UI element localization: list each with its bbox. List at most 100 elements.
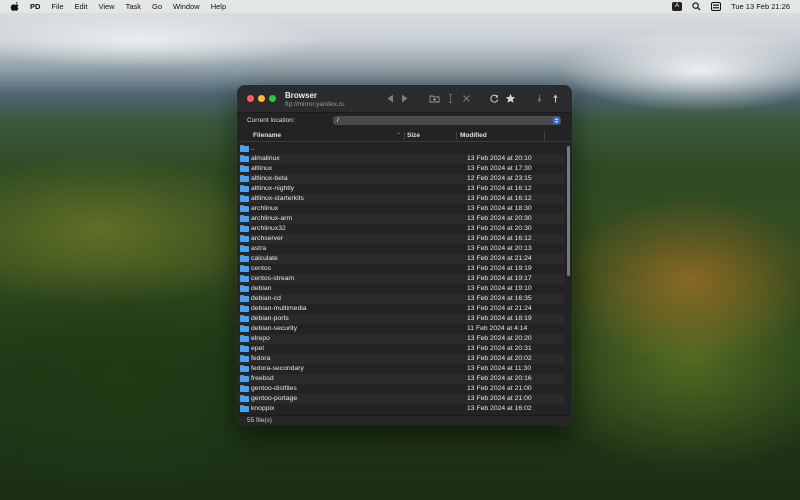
column-divider[interactable] [544, 132, 545, 140]
file-modified: 13 Feb 2024 at 21:24 [467, 305, 532, 312]
menubar-clock[interactable]: Tue 13 Feb 21:26 [731, 2, 790, 11]
location-dropdown[interactable]: / [333, 116, 561, 125]
apple-menu-icon[interactable] [10, 1, 20, 12]
forward-arrow-icon[interactable] [399, 93, 410, 104]
file-row[interactable]: altlinux-beta 12 Feb 2024 at 23:15 [238, 174, 564, 184]
folder-icon [240, 365, 249, 372]
menu-go[interactable]: Go [152, 2, 162, 11]
back-arrow-icon[interactable] [385, 93, 396, 104]
file-name: altlinux-nightly [251, 185, 295, 192]
file-row[interactable]: altlinux-starterkits 13 Feb 2024 at 16:12 [238, 194, 564, 204]
file-modified: 13 Feb 2024 at 18:30 [467, 205, 532, 212]
file-name: debian-ports [251, 315, 289, 322]
folder-icon [240, 235, 249, 242]
file-row[interactable]: debian-ports 13 Feb 2024 at 18:19 [238, 314, 564, 324]
menu-help[interactable]: Help [211, 2, 226, 11]
column-filename[interactable]: Filename [253, 132, 281, 139]
file-modified: 13 Feb 2024 at 11:30 [467, 365, 532, 372]
file-row[interactable]: debian-cd 13 Feb 2024 at 16:35 [238, 294, 564, 304]
file-row[interactable]: calculate 13 Feb 2024 at 21:24 [238, 254, 564, 264]
menu-task[interactable]: Task [126, 2, 141, 11]
file-modified: 13 Feb 2024 at 19:19 [467, 265, 532, 272]
dropdown-arrows-icon[interactable] [553, 117, 560, 124]
bookmark-star-icon[interactable] [505, 93, 516, 104]
menu-edit[interactable]: Edit [75, 2, 88, 11]
app-menu[interactable]: PD [30, 2, 40, 11]
folder-icon [240, 285, 249, 292]
input-source-indicator[interactable]: A [672, 2, 683, 11]
vertical-scrollbar[interactable] [566, 144, 571, 415]
file-name: fedora [251, 355, 271, 362]
folder-icon [240, 145, 249, 152]
delete-x-icon[interactable] [461, 93, 472, 104]
file-row[interactable]: elrepo 13 Feb 2024 at 20:20 [238, 334, 564, 344]
file-row[interactable]: epel 13 Feb 2024 at 20:31 [238, 344, 564, 354]
file-row[interactable]: .. [238, 144, 564, 154]
file-row[interactable]: archlinux32 13 Feb 2024 at 20:30 [238, 224, 564, 234]
column-modified[interactable]: Modified [460, 132, 487, 139]
file-modified: 13 Feb 2024 at 20:16 [467, 375, 532, 382]
file-name: elrepo [251, 335, 270, 342]
folder-icon [240, 245, 249, 252]
file-row[interactable]: archlinux 13 Feb 2024 at 18:30 [238, 204, 564, 214]
window-subtitle: ftp://mirror.yandex.ru [285, 101, 345, 108]
file-name: debian-multimedia [251, 305, 307, 312]
file-row[interactable]: knoppix 13 Feb 2024 at 16:02 [238, 404, 564, 414]
file-name: debian-cd [251, 295, 281, 302]
file-row[interactable]: debian-security 11 Feb 2024 at 4:14 [238, 324, 564, 334]
menu-view[interactable]: View [98, 2, 114, 11]
column-size[interactable]: Size [407, 132, 420, 139]
file-modified: 13 Feb 2024 at 16:12 [467, 195, 532, 202]
close-window-button[interactable] [247, 95, 254, 102]
file-row[interactable]: archlinux-arm 13 Feb 2024 at 20:30 [238, 214, 564, 224]
file-row[interactable]: fedora 13 Feb 2024 at 20:02 [238, 354, 564, 364]
menu-file[interactable]: File [51, 2, 63, 11]
folder-icon [240, 305, 249, 312]
file-modified: 13 Feb 2024 at 20:10 [467, 155, 532, 162]
new-folder-icon[interactable] [429, 93, 440, 104]
title-bar[interactable]: Browser ftp://mirror.yandex.ru [237, 85, 572, 113]
file-row[interactable]: centos 13 Feb 2024 at 19:19 [238, 264, 564, 274]
upload-arrow-icon[interactable] [550, 93, 561, 104]
file-modified: 13 Feb 2024 at 21:00 [467, 395, 532, 402]
column-divider[interactable] [456, 132, 457, 140]
minimize-window-button[interactable] [258, 95, 265, 102]
file-name: .. [251, 145, 255, 152]
status-area: A Tue 13 Feb 21:26 [672, 0, 790, 13]
file-name: altlinux [251, 165, 273, 172]
search-icon[interactable] [692, 2, 701, 11]
file-name: knoppix [251, 405, 275, 412]
file-modified: 13 Feb 2024 at 21:24 [467, 255, 532, 262]
file-row[interactable]: debian 13 Feb 2024 at 19:10 [238, 284, 564, 294]
file-name: freebsd [251, 375, 274, 382]
file-row[interactable]: altlinux-nightly 13 Feb 2024 at 16:12 [238, 184, 564, 194]
file-row[interactable]: fedora-secondary 13 Feb 2024 at 11:30 [238, 364, 564, 374]
rename-cursor-icon[interactable] [445, 93, 456, 104]
file-row[interactable]: almalinux 13 Feb 2024 at 20:10 [238, 154, 564, 164]
refresh-icon[interactable] [489, 93, 500, 104]
file-row[interactable]: archserver 13 Feb 2024 at 16:12 [238, 234, 564, 244]
menu-window[interactable]: Window [173, 2, 200, 11]
location-value: / [337, 117, 339, 124]
folder-icon [240, 335, 249, 342]
status-bar: 55 file(s) [237, 415, 572, 425]
column-divider[interactable] [404, 132, 405, 140]
file-row[interactable]: freebsd 13 Feb 2024 at 20:16 [238, 374, 564, 384]
file-row[interactable]: altlinux 13 Feb 2024 at 17:30 [238, 164, 564, 174]
folder-icon [240, 355, 249, 362]
zoom-window-button[interactable] [269, 95, 276, 102]
file-name: debian-security [251, 325, 298, 332]
file-row[interactable]: astra 13 Feb 2024 at 20:13 [238, 244, 564, 254]
file-row[interactable]: centos-stream 13 Feb 2024 at 19:17 [238, 274, 564, 284]
file-row[interactable]: gentoo-portage 13 Feb 2024 at 21:00 [238, 394, 564, 404]
file-row[interactable]: debian-multimedia 13 Feb 2024 at 21:24 [238, 304, 564, 314]
scrollbar-thumb[interactable] [567, 146, 570, 276]
file-list[interactable]: .. almalinux 13 Feb 2024 at 20:10 altlinux 1… [238, 144, 564, 415]
file-modified: 13 Feb 2024 at 19:10 [467, 285, 532, 292]
file-row[interactable]: gentoo-distfiles 13 Feb 2024 at 21:00 [238, 384, 564, 394]
sort-ascending-icon[interactable]: ⌃ [396, 132, 401, 139]
folder-icon [240, 165, 249, 172]
control-center-icon[interactable] [711, 2, 722, 11]
download-arrow-icon[interactable] [534, 93, 545, 104]
file-name: debian [251, 285, 272, 292]
